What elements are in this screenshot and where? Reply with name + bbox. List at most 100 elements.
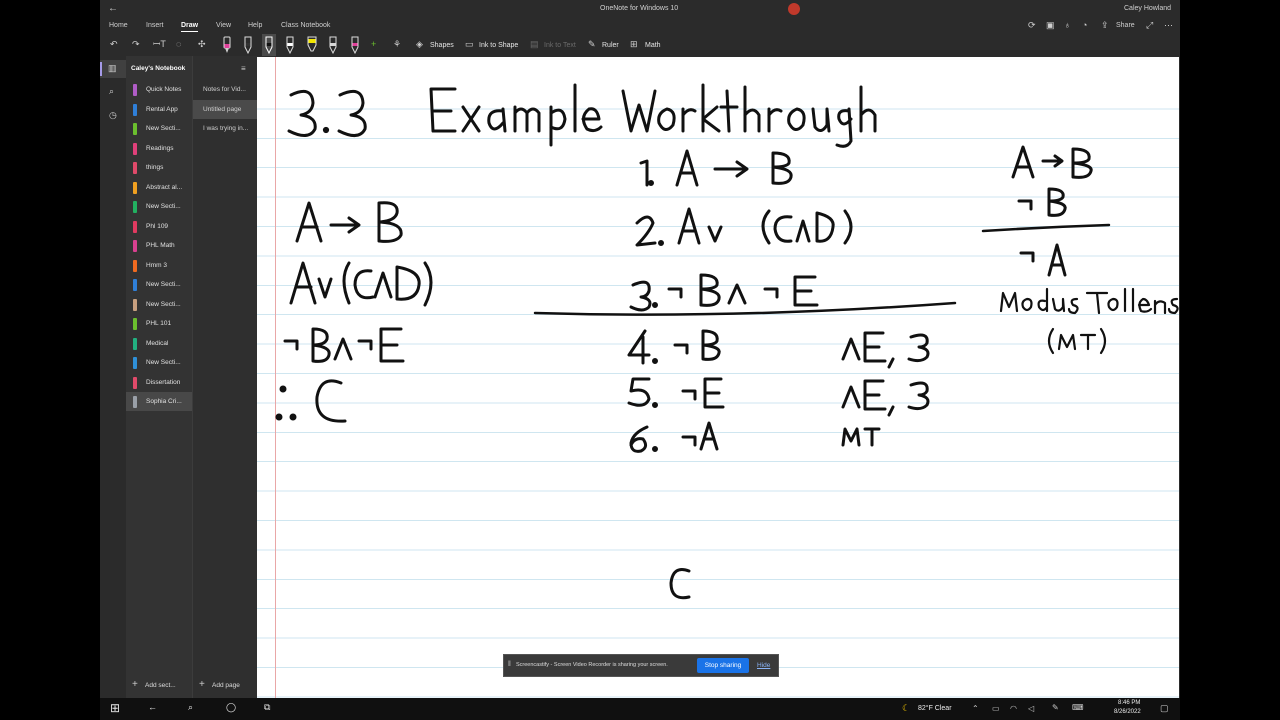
task-view-icon[interactable]: ⧉ xyxy=(264,702,270,713)
share-icon[interactable]: ⇪ xyxy=(1101,20,1109,30)
menu-bar: Home Insert Draw View Help Class Noteboo… xyxy=(100,18,1180,34)
letterbox-left xyxy=(0,0,100,720)
back-arrow-icon[interactable]: ← xyxy=(148,702,157,712)
section-item[interactable]: Hmm 3 xyxy=(126,256,192,275)
ruler-icon[interactable]: ✎ xyxy=(588,39,596,49)
recording-icon[interactable] xyxy=(788,3,800,15)
math-button[interactable]: Math xyxy=(645,42,661,49)
page-label: Notes for Vid... xyxy=(203,86,246,93)
ruler-button[interactable]: Ruler xyxy=(602,42,619,49)
menu-view[interactable]: View xyxy=(216,22,231,29)
add-space-icon[interactable]: ✣ xyxy=(198,39,206,49)
wifi-icon[interactable]: ◠ xyxy=(1010,704,1017,713)
volume-icon[interactable]: ◁ xyxy=(1028,704,1034,713)
section-item[interactable]: Quick Notes xyxy=(126,80,192,99)
conclusion-ink xyxy=(669,568,691,600)
undo-icon[interactable]: ↶ xyxy=(110,39,118,49)
section-item[interactable]: New Secti... xyxy=(126,197,192,216)
section-item[interactable]: PHL Math xyxy=(126,236,192,255)
section-label: things xyxy=(146,164,164,171)
add-section-button[interactable]: + Add sect... xyxy=(126,676,192,694)
section-color-tab xyxy=(133,337,137,350)
bell-icon[interactable]: ◔ xyxy=(1082,20,1087,30)
ink-to-shape-icon[interactable]: ▭ xyxy=(465,39,474,49)
math-icon[interactable]: ⊞ xyxy=(630,39,638,49)
keyboard-icon[interactable]: ⌨ xyxy=(1072,703,1084,712)
pen-icon xyxy=(223,36,231,53)
section-item[interactable]: Phl 109 xyxy=(126,217,192,236)
menu-help[interactable]: Help xyxy=(248,22,262,29)
highlighter-yellow[interactable] xyxy=(306,36,318,54)
section-item[interactable]: Readings xyxy=(126,139,192,158)
section-item[interactable]: Abstract al... xyxy=(126,178,192,197)
section-label: Dissertation xyxy=(146,378,181,386)
sticky-notes-icon[interactable]: ▣ xyxy=(1046,20,1055,30)
drag-handle-icon[interactable]: ‖ xyxy=(508,661,511,668)
menu-class-notebook[interactable]: Class Notebook xyxy=(281,22,330,29)
pen-2-selected[interactable] xyxy=(262,34,276,56)
expand-icon[interactable]: ⤢ xyxy=(1146,20,1153,30)
stop-sharing-button[interactable]: Stop sharing xyxy=(697,658,749,673)
shapes-icon[interactable]: ◈ xyxy=(416,39,423,49)
section-item[interactable]: New Secti... xyxy=(126,275,192,294)
ink-replay-icon[interactable]: ⚘ xyxy=(393,39,401,49)
network-icon[interactable]: ▭ xyxy=(992,704,1000,713)
page-item[interactable]: I was trying in... xyxy=(193,119,258,138)
pen-4[interactable] xyxy=(328,36,338,55)
menu-home[interactable]: Home xyxy=(109,22,128,29)
pen-tray-icon[interactable]: ✎ xyxy=(1052,703,1059,712)
section-item[interactable]: Rental App xyxy=(126,100,192,119)
section-item[interactable]: New Secti... xyxy=(126,295,192,314)
section-item[interactable]: things xyxy=(126,158,192,177)
page-item[interactable]: Untitled page xyxy=(193,99,258,119)
menu-insert[interactable]: Insert xyxy=(146,22,164,29)
heading-ink xyxy=(287,83,877,148)
pen-5[interactable] xyxy=(350,36,360,55)
section-item[interactable]: Dissertation xyxy=(126,373,192,392)
section-item[interactable]: PHL 101 xyxy=(126,314,192,333)
hide-link[interactable]: Hide xyxy=(757,662,770,669)
add-page-button[interactable]: + Add page xyxy=(193,676,258,694)
redo-icon[interactable]: ↷ xyxy=(132,39,140,49)
section-item[interactable]: New Secti... xyxy=(126,119,192,138)
recent-icon[interactable]: ◷ xyxy=(109,110,117,120)
ink-to-shape-button[interactable]: Ink to Shape xyxy=(479,42,518,49)
cortana-icon[interactable]: ◯ xyxy=(226,702,236,713)
notebook-name[interactable]: Caley's Notebook xyxy=(131,65,185,72)
search-icon[interactable]: ⌕ xyxy=(109,86,114,96)
sync-icon[interactable]: ⟳ xyxy=(1028,20,1036,30)
modus-tollens-ink xyxy=(981,145,1179,355)
section-item[interactable]: Medical xyxy=(126,334,192,353)
share-button[interactable]: Share xyxy=(1116,22,1135,29)
chevron-up-icon[interactable]: ⌃ xyxy=(972,704,979,713)
type-select-icon[interactable]: ꟷT xyxy=(153,39,166,49)
windows-start-icon[interactable]: ⊞ xyxy=(110,701,120,715)
add-pen-icon[interactable]: + xyxy=(371,39,376,49)
menu-draw[interactable]: Draw xyxy=(181,22,199,32)
more-options-icon[interactable]: ⋯ xyxy=(1164,20,1173,30)
section-item[interactable]: New Secti... xyxy=(126,353,192,372)
notification-icon[interactable]: ▢ xyxy=(1160,703,1169,714)
eraser-pen[interactable] xyxy=(222,36,232,54)
sort-icon[interactable]: ≡ xyxy=(241,64,246,73)
search-icon[interactable]: ⌕ xyxy=(188,702,193,713)
section-color-tab xyxy=(133,396,137,408)
section-label: Abstract al... xyxy=(146,183,183,191)
section-item[interactable]: Sophia Cri... xyxy=(126,392,192,411)
note-canvas[interactable] xyxy=(257,57,1179,698)
lasso-select-icon[interactable]: ◌ xyxy=(176,39,181,49)
notebooks-button[interactable]: ▥ xyxy=(100,60,126,78)
lightbulb-icon[interactable]: ♁ xyxy=(1064,20,1071,30)
section-label: Hmm 3 xyxy=(146,261,167,269)
section-label: New Secti... xyxy=(146,281,181,288)
pen-3[interactable] xyxy=(285,36,295,55)
user-name[interactable]: Caley Howland xyxy=(1124,5,1171,12)
title-bar: ← OneNote for Windows 10 Caley Howland xyxy=(100,0,1180,18)
pen-1[interactable] xyxy=(243,36,253,55)
page-item[interactable]: Notes for Vid... xyxy=(193,80,258,99)
clock-time[interactable]: 8:46 PM xyxy=(1118,700,1140,706)
shapes-button[interactable]: Shapes xyxy=(430,42,454,49)
back-arrow-icon[interactable]: ← xyxy=(108,3,118,14)
weather-text[interactable]: 82°F Clear xyxy=(918,705,952,712)
clock-date[interactable]: 8/26/2022 xyxy=(1114,709,1141,715)
